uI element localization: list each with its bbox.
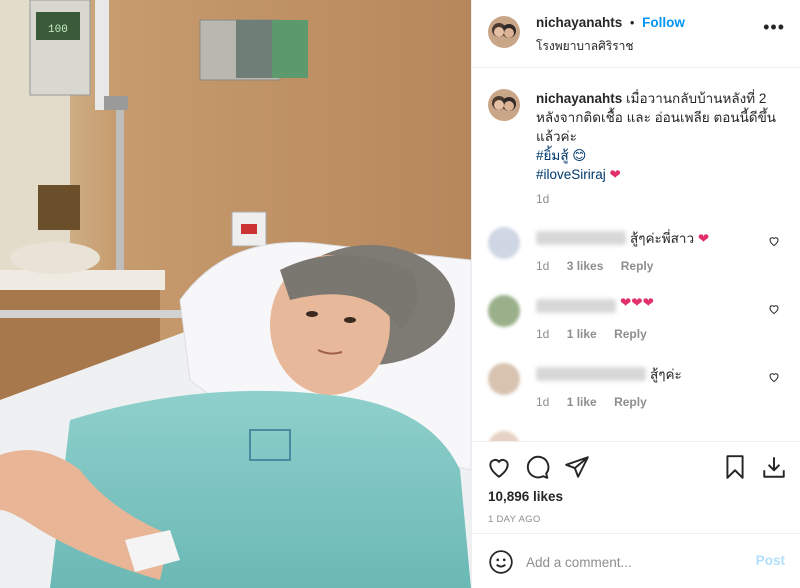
post-location[interactable]: โรงพยาบาลศิริราช	[536, 37, 634, 56]
hashtag-link[interactable]: #iloveSiriraj ❤	[536, 165, 781, 184]
like-heart-icon[interactable]	[486, 454, 512, 480]
commenter-avatar[interactable]	[488, 295, 520, 327]
more-options-icon[interactable]: •••	[763, 18, 785, 36]
comments-section[interactable]: nichayanahts เมื่อวานกลับบ้านหลังที่ 2 ห…	[472, 69, 800, 441]
reply-button[interactable]: Reply	[621, 259, 654, 273]
like-comment-heart-icon[interactable]	[768, 235, 780, 247]
commenter-username-blurred[interactable]	[536, 299, 616, 313]
monitor-reading: 100	[48, 24, 68, 36]
comment-item: สู้ๆค่ะ 1d 1 like Reply	[488, 363, 788, 423]
caption-avatar[interactable]	[488, 89, 520, 121]
download-icon[interactable]	[761, 454, 787, 480]
commenter-username-blurred[interactable]	[536, 231, 626, 245]
post-photo[interactable]: 100	[0, 0, 471, 588]
comment-likes[interactable]: 1 like	[567, 327, 597, 341]
post-actions: 10,896 likes 1 DAY AGO	[472, 441, 800, 533]
caption-timestamp[interactable]: 1d	[536, 192, 549, 206]
comment-timestamp[interactable]: 1d	[536, 259, 549, 273]
author-avatar[interactable]	[488, 16, 520, 48]
caption-username[interactable]: nichayanahts	[536, 91, 622, 106]
like-comment-heart-icon[interactable]	[768, 371, 780, 383]
heart-emoji-icon: ❤	[609, 167, 621, 182]
likes-count[interactable]: 10,896 likes	[488, 489, 563, 504]
comment-item: ❤❤❤ 1d 1 like Reply	[488, 295, 788, 355]
post-comment-button[interactable]: Post	[756, 553, 785, 568]
reply-button[interactable]: Reply	[614, 327, 647, 341]
add-comment-bar: Post	[472, 533, 800, 588]
post-header: nichayanahts • Follow โรงพยาบาลศิริราช •…	[472, 0, 800, 68]
comment-text: สู้ๆค่ะ	[650, 367, 682, 382]
commenter-avatar[interactable]	[488, 431, 520, 441]
comment-bubble-icon[interactable]	[524, 454, 550, 480]
commenter-avatar[interactable]	[488, 363, 520, 395]
comment-item-partial	[488, 431, 788, 441]
comment-likes[interactable]: 1 like	[567, 395, 597, 409]
comment-text: สู้ๆค่ะพี่สาว	[630, 231, 695, 246]
post-side-panel: nichayanahts • Follow โรงพยาบาลศิริราช •…	[471, 0, 800, 588]
save-bookmark-icon[interactable]	[722, 454, 748, 480]
author-username[interactable]: nichayanahts	[536, 15, 622, 30]
add-comment-input[interactable]	[526, 551, 746, 573]
separator-dot: •	[629, 15, 635, 30]
heart-emoji-icon: ❤	[697, 231, 710, 246]
post-timestamp[interactable]: 1 DAY AGO	[488, 514, 541, 525]
follow-button[interactable]: Follow	[642, 15, 685, 30]
comment-timestamp[interactable]: 1d	[536, 327, 549, 341]
commenter-username-blurred[interactable]	[536, 367, 646, 381]
heart-emoji-icon: ❤❤❤	[620, 295, 654, 310]
hospital-scene-image: 100	[0, 0, 471, 588]
comment-timestamp[interactable]: 1d	[536, 395, 549, 409]
like-comment-heart-icon[interactable]	[768, 303, 780, 315]
comment-item: สู้ๆค่ะพี่สาว ❤ 1d 3 likes Reply	[488, 227, 788, 287]
commenter-avatar[interactable]	[488, 227, 520, 259]
share-paper-plane-icon[interactable]	[564, 454, 590, 480]
emoji-smiley-icon[interactable]	[488, 549, 514, 575]
reply-button[interactable]: Reply	[614, 395, 647, 409]
hashtag-link[interactable]: #ยิ้มสู้ 😊	[536, 146, 781, 165]
comment-likes[interactable]: 3 likes	[567, 259, 604, 273]
